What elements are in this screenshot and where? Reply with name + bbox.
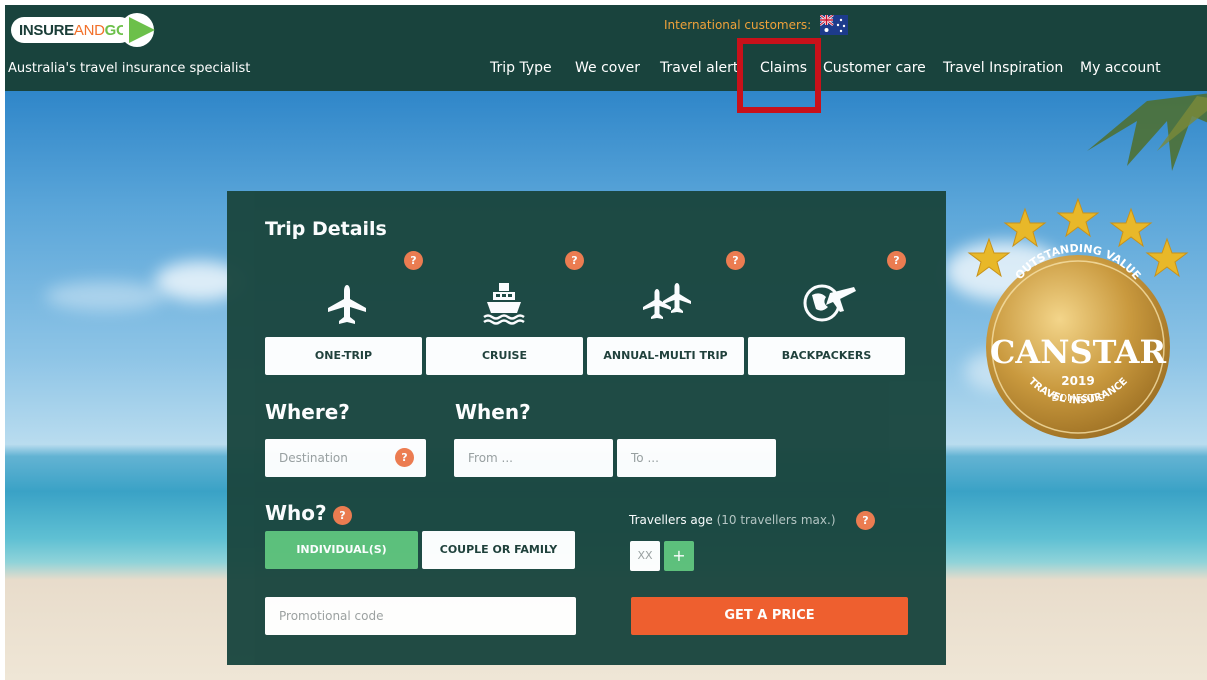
- trip-details-panel: Trip Details ? ? ? ? ONE-TRIP CRUISE ANN: [227, 191, 946, 665]
- australia-flag-icon[interactable]: [820, 15, 848, 35]
- cruise-ship-icon: [483, 283, 525, 325]
- to-placeholder: To ...: [631, 451, 659, 465]
- logo-text-and: AND: [73, 22, 105, 39]
- multi-plane-icon: [643, 283, 691, 319]
- palm-leaves-image: [1087, 93, 1207, 171]
- promo-placeholder: Promotional code: [279, 609, 384, 623]
- travellers-max-text: (10 travellers max.): [716, 513, 836, 527]
- individuals-button[interactable]: INDIVIDUAL(S): [265, 531, 418, 569]
- trip-type-backpackers-button[interactable]: BACKPACKERS: [748, 337, 905, 375]
- travellers-age-label: Travellers age (10 travellers max.): [629, 513, 836, 527]
- couple-or-family-button[interactable]: COUPLE OR FAMILY: [422, 531, 575, 569]
- insureandgo-logo[interactable]: INSUREANDGO: [11, 11, 157, 49]
- logo-text-insure: INSURE: [19, 22, 74, 39]
- trip-type-annual-multi-trip-button[interactable]: ANNUAL-MULTI TRIP: [587, 337, 744, 375]
- promo-code-input[interactable]: Promotional code: [265, 597, 576, 635]
- trip-type-cruise-button[interactable]: CRUISE: [426, 337, 583, 375]
- destination-placeholder: Destination: [279, 451, 348, 465]
- international-customers-label: International customers:: [664, 18, 812, 32]
- nav-trip-type[interactable]: Trip Type: [490, 60, 552, 76]
- from-date-input[interactable]: From ...: [454, 439, 613, 477]
- page: INSUREANDGO Australia's travel insurance…: [5, 5, 1207, 680]
- site-header: INSUREANDGO Australia's travel insurance…: [5, 5, 1207, 91]
- badge-year-text: 2019: [1061, 374, 1094, 388]
- add-traveller-button[interactable]: +: [664, 541, 694, 571]
- trip-type-one-trip-button[interactable]: ONE-TRIP: [265, 337, 422, 375]
- nav-my-account[interactable]: My account: [1080, 60, 1161, 76]
- nav-travel-alert[interactable]: Travel alert: [660, 60, 738, 76]
- help-icon[interactable]: ?: [395, 448, 414, 467]
- help-icon[interactable]: ?: [726, 251, 745, 270]
- traveller-age-input[interactable]: XX: [630, 541, 660, 571]
- help-icon[interactable]: ?: [887, 251, 906, 270]
- get-a-price-button[interactable]: GET A PRICE: [631, 597, 908, 635]
- when-heading: When?: [455, 400, 531, 424]
- where-heading: Where?: [265, 400, 350, 424]
- who-heading: Who?: [265, 501, 327, 525]
- to-date-input[interactable]: To ...: [617, 439, 776, 477]
- claims-highlight-box: [737, 38, 821, 113]
- help-icon[interactable]: ?: [333, 506, 352, 525]
- help-icon[interactable]: ?: [404, 251, 423, 270]
- canstar-award-badge: OUTSTANDING VALUE CANSTAR 2019 DOMESTIC …: [967, 197, 1189, 439]
- nav-travel-inspiration[interactable]: Travel Inspiration: [943, 60, 1063, 76]
- help-icon[interactable]: ?: [565, 251, 584, 270]
- logo-arrow-icon: [123, 13, 155, 47]
- tagline: Australia's travel insurance specialist: [8, 61, 251, 76]
- globe-plane-icon: [803, 284, 856, 322]
- plane-icon: [328, 285, 366, 324]
- help-icon[interactable]: ?: [856, 511, 875, 530]
- travellers-age-text: Travellers age: [629, 513, 713, 527]
- nav-we-cover[interactable]: We cover: [575, 60, 640, 76]
- trip-details-title: Trip Details: [265, 218, 387, 240]
- from-placeholder: From ...: [468, 451, 513, 465]
- nav-customer-care[interactable]: Customer care: [823, 60, 926, 76]
- badge-brand-text: CANSTAR: [990, 333, 1167, 371]
